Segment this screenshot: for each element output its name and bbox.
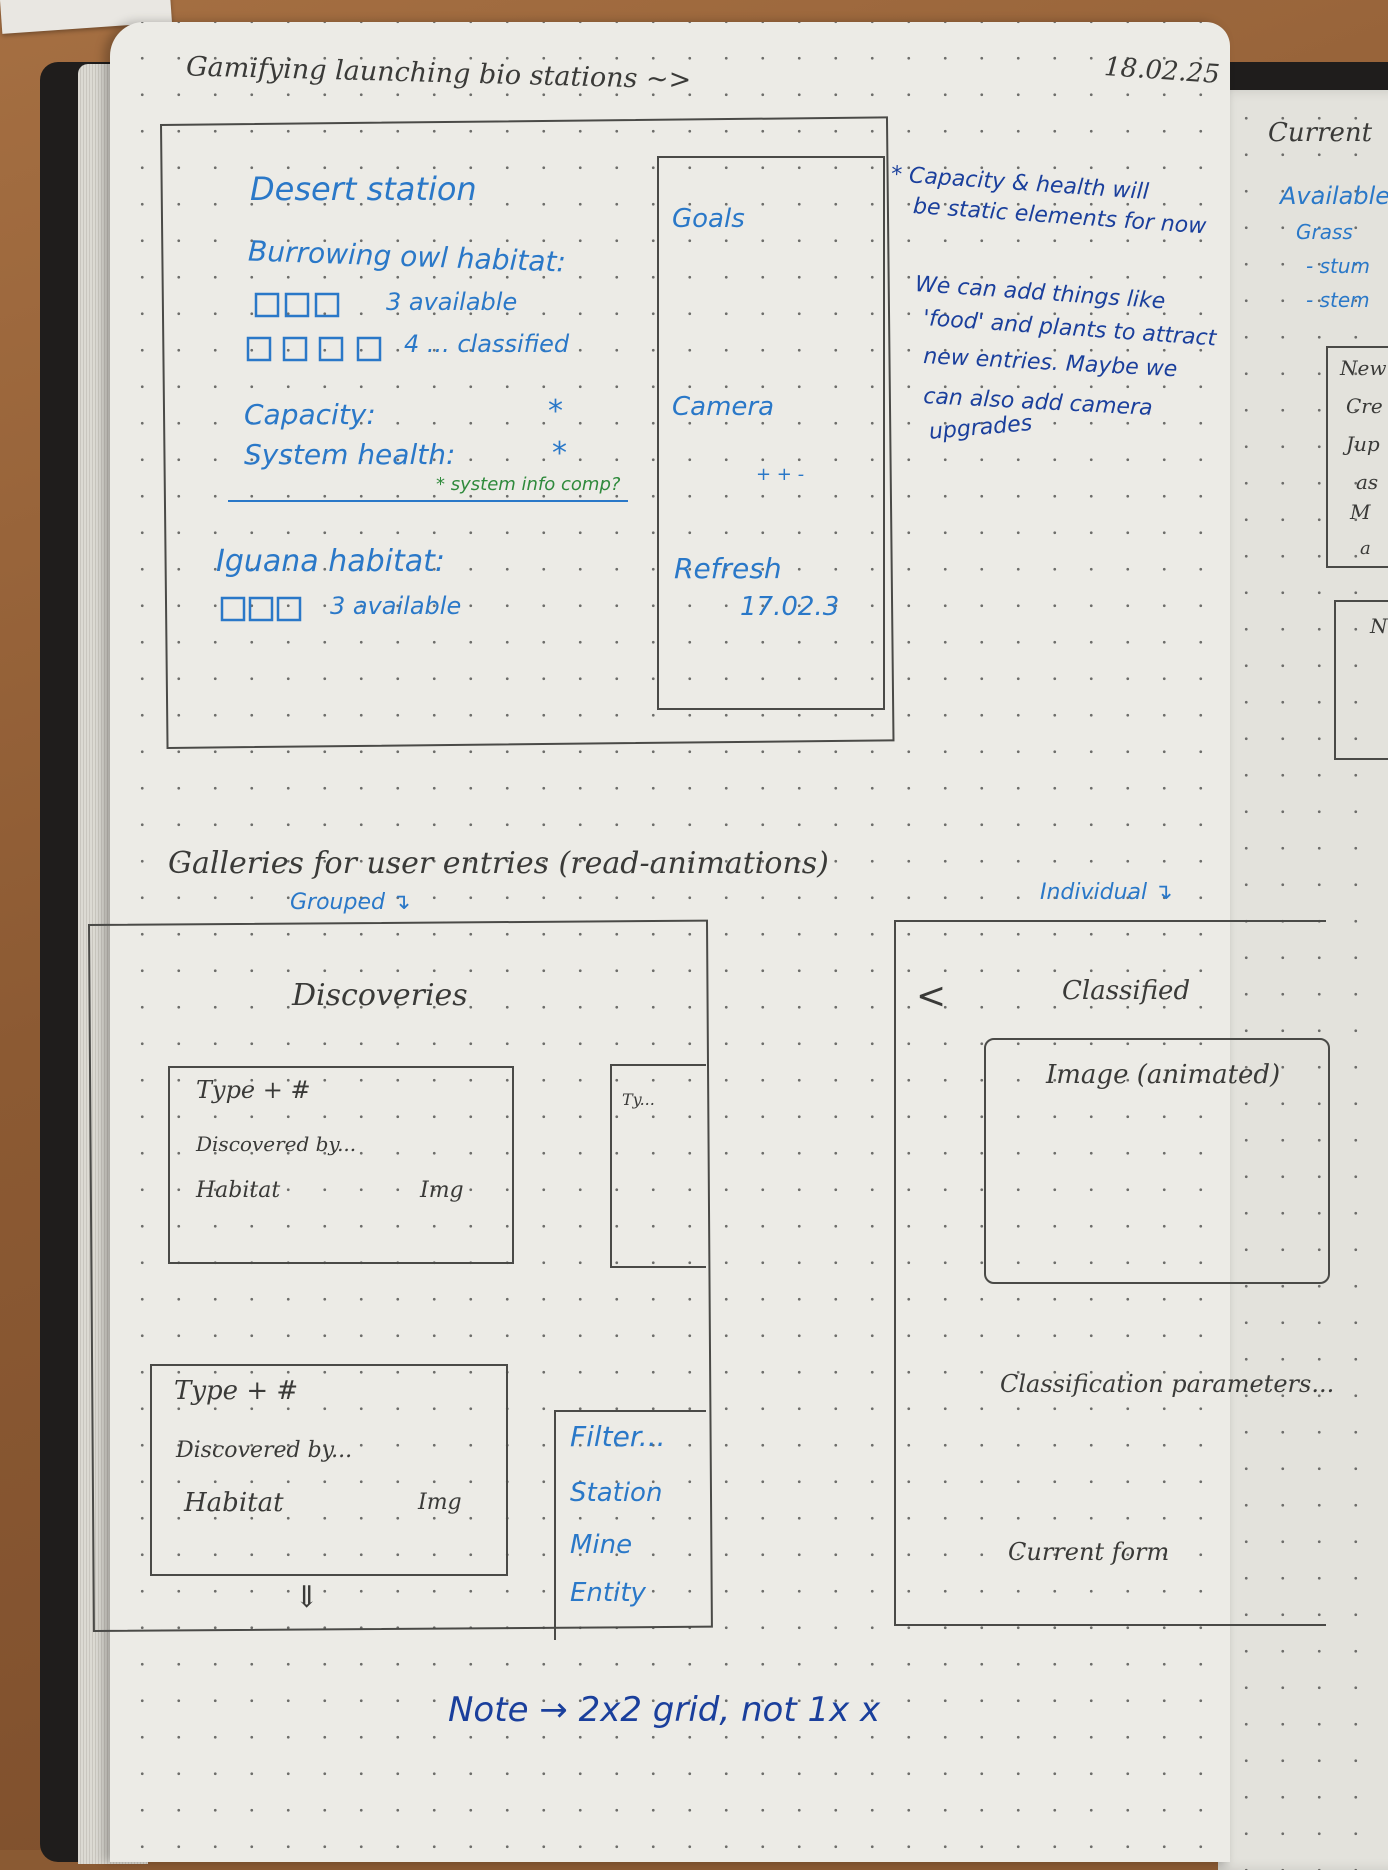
refresh-value: 17.02.3 (740, 592, 840, 622)
right-page-available: Available (1280, 182, 1388, 210)
filter-option-mine[interactable]: Mine (570, 1530, 632, 1560)
habitat2-empty-slot-icons (220, 596, 302, 622)
discoveries-heading: Discoveries (292, 978, 468, 1013)
right-page-stem: - stem (1306, 288, 1370, 312)
back-arrow-icon[interactable]: < (916, 976, 946, 1017)
section-divider (228, 500, 628, 502)
grouped-label: Grouped ↴ (290, 890, 411, 915)
habitat1-available: 3 available (386, 288, 518, 316)
footnote: Note → 2x2 grid, not 1x x (448, 1690, 881, 1730)
card1-img: Img (420, 1178, 464, 1203)
image-label: Image (animated) (1046, 1060, 1281, 1090)
green-note: * system info comp? (436, 474, 621, 495)
habitat1-classified: 4 ... classified (404, 330, 570, 358)
card3-img: Img (418, 1490, 462, 1515)
right-box-line-2: Cre (1346, 394, 1383, 418)
right-box-line-5: M (1350, 500, 1371, 524)
goals-label: Goals (672, 204, 745, 234)
right-page-stum: - stum (1306, 254, 1370, 278)
right-page-current: Current (1268, 118, 1373, 148)
card1-discovered: Discovered by... (196, 1132, 357, 1156)
card3-discovered: Discovered by... (176, 1438, 353, 1463)
card2-type: Ty... (622, 1090, 655, 1109)
filter-option-station[interactable]: Station (570, 1478, 662, 1508)
capacity-star: * (548, 394, 563, 429)
health-star: * (552, 436, 567, 471)
station-name: Desert station (250, 170, 477, 208)
right-box2-line: N (1370, 614, 1388, 638)
filter-title[interactable]: Filter... (570, 1420, 666, 1453)
camera-controls: + + - (756, 464, 805, 485)
system-health-label: System health: (244, 438, 456, 471)
refresh-label: Refresh (674, 552, 782, 585)
card1-type: Type + # (196, 1076, 311, 1104)
right-box-line-4: as (1356, 470, 1379, 494)
galleries-title: Galleries for user entries (read-animati… (168, 846, 829, 881)
card1-habitat: Habitat (196, 1178, 281, 1203)
filter-option-entity[interactable]: Entity (570, 1578, 646, 1608)
camera-label: Camera (672, 392, 775, 422)
card3-habitat: Habitat (184, 1488, 284, 1518)
individual-label: Individual ↴ (1040, 880, 1173, 905)
classified-slot-icons (246, 336, 382, 362)
station-side-panel (657, 156, 885, 710)
current-form: Current form (1008, 1538, 1170, 1566)
right-page-grass: Grass (1296, 220, 1353, 244)
scroll-down-icon[interactable]: ⇓ (294, 1580, 319, 1615)
classification-params: Classification parameters... (1000, 1370, 1335, 1398)
right-box-line-1: New (1340, 356, 1387, 380)
empty-slot-icons (254, 292, 340, 318)
right-box-line-3: Jup (1346, 432, 1380, 456)
right-box-line-6: a (1360, 538, 1371, 559)
card3-type: Type + # (174, 1376, 299, 1406)
capacity-label: Capacity: (244, 398, 376, 431)
classified-heading: Classified (1062, 976, 1191, 1006)
habitat2-label: Iguana habitat: (216, 544, 446, 579)
habitat2-available: 3 available (330, 592, 462, 620)
